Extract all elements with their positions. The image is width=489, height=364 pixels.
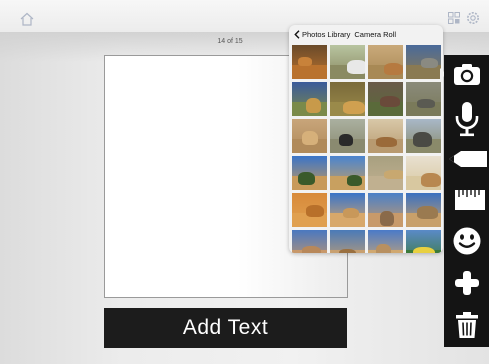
photo-subject (298, 57, 312, 66)
photo-thumbnail-hyena[interactable] (368, 119, 403, 153)
photo-subject (384, 170, 403, 179)
pencil-tool-button[interactable] (444, 141, 489, 177)
photo-subject (343, 101, 365, 114)
photo-thumbnail-desert[interactable] (330, 230, 365, 253)
photo-subject (376, 137, 397, 147)
popover-title: Camera Roll (354, 29, 397, 39)
plus-icon (454, 271, 479, 295)
tool-sidebar (444, 55, 489, 347)
photo-thumbnail-desert[interactable] (368, 193, 403, 227)
photo-thumbnail-acacia[interactable] (330, 156, 365, 190)
photo-subject (343, 208, 359, 218)
photo-subject (302, 131, 318, 145)
photo-subject (421, 173, 441, 187)
photo-subject (376, 244, 391, 253)
photo-thumbnail-meerkat[interactable] (368, 156, 403, 190)
photo-thumbnail-cheetah[interactable] (292, 119, 327, 153)
home-icon[interactable] (19, 12, 35, 26)
photo-subject (413, 132, 432, 147)
photo-thumbnail-buffalo[interactable] (330, 119, 365, 153)
photo-thumbnail-hippo[interactable] (368, 82, 403, 116)
photo-subject (417, 99, 435, 108)
photo-thumbnail-dunes[interactable] (330, 193, 365, 227)
record-audio-button[interactable] (444, 99, 489, 139)
add-text-button[interactable]: Add Text (104, 308, 347, 348)
photo-thumbnail-zebra[interactable] (330, 45, 365, 79)
photo-thumbnail-rhino[interactable] (406, 82, 441, 116)
photo-subject (380, 96, 400, 107)
photo-ground (292, 65, 327, 79)
smiley-icon (453, 227, 480, 255)
photo-thumbnail-leopard[interactable] (330, 82, 365, 116)
photo-thumbnail-dunes[interactable] (368, 230, 403, 253)
photo-thumbnail-desert[interactable] (406, 193, 441, 227)
photo-thumbnail-lion[interactable] (292, 45, 327, 79)
photo-subject (421, 58, 438, 68)
photo-subject (347, 60, 365, 74)
camera-icon (453, 64, 480, 85)
photo-subject (417, 206, 438, 219)
photo-subject (339, 249, 356, 253)
trash-icon (455, 312, 478, 338)
photo-subject (306, 98, 321, 113)
page-counter: 14 of 15 (217, 38, 243, 45)
photo-subject (306, 205, 324, 217)
photo-subject (298, 172, 315, 185)
photo-thumbnail-camel[interactable] (406, 156, 441, 190)
photo-thumbnail-giraffe[interactable] (292, 82, 327, 116)
photo-subject (384, 63, 403, 75)
delete-button[interactable] (444, 307, 489, 343)
photo-subject (413, 247, 435, 253)
photo-thumbnail-antelope[interactable] (368, 45, 403, 79)
ruler-icon (454, 190, 485, 210)
photo-thumbnail-wildebeest[interactable] (406, 119, 441, 153)
chevron-left-icon[interactable] (294, 29, 300, 39)
pencil-icon (448, 151, 487, 167)
photo-thumbnail-elephant[interactable] (406, 45, 441, 79)
gear-icon[interactable] (466, 11, 480, 25)
add-page-button[interactable] (444, 265, 489, 301)
camera-tool-button[interactable] (444, 57, 489, 93)
photo-thumbnail-jackal[interactable] (292, 193, 327, 227)
photo-thumbnail-flag[interactable] (406, 230, 441, 253)
photo-subject (339, 134, 353, 146)
microphone-icon (455, 102, 478, 137)
photo-thumbnail-acacia[interactable] (292, 156, 327, 190)
photo-subject (380, 211, 394, 226)
sticker-tool-button[interactable] (444, 223, 489, 259)
photo-thumbnail-dunes[interactable] (292, 230, 327, 253)
photo-subject (347, 175, 362, 186)
layout-icon[interactable] (448, 12, 460, 24)
popover-header: Photos Library Camera Roll (289, 25, 443, 43)
photos-library-back-button[interactable]: Photos Library (302, 30, 350, 39)
photo-grid (292, 45, 442, 253)
photo-subject (302, 246, 321, 253)
photo-picker-popover: Photos Library Camera Roll (289, 25, 443, 253)
ruler-tool-button[interactable] (444, 182, 489, 218)
